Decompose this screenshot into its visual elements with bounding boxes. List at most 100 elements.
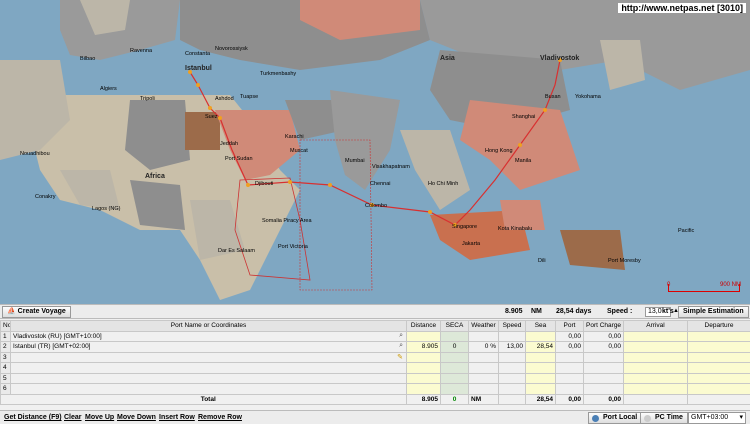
simple-estimation-button[interactable]: Simple Estimation bbox=[678, 306, 749, 318]
port-days-cell[interactable] bbox=[555, 351, 584, 363]
arrival-cell[interactable] bbox=[623, 351, 688, 363]
port-name-cell[interactable] bbox=[10, 383, 407, 395]
weather-cell[interactable] bbox=[468, 351, 499, 363]
port-name-cell[interactable]: Vladivostok (RU) [GMT+10:00] ⌕ bbox=[10, 330, 407, 342]
arrival-cell[interactable] bbox=[623, 372, 688, 384]
distance-cell[interactable] bbox=[406, 351, 441, 363]
sea-days-cell[interactable]: 28,54 bbox=[525, 341, 556, 353]
seca-cell[interactable] bbox=[440, 383, 469, 395]
seca-cell[interactable] bbox=[440, 372, 469, 384]
port-days-cell[interactable] bbox=[555, 383, 584, 395]
port-name-cell[interactable] bbox=[10, 362, 407, 374]
speed-cell[interactable]: 13,00 bbox=[498, 341, 526, 353]
departure-cell[interactable] bbox=[687, 330, 750, 342]
weather-cell[interactable] bbox=[468, 362, 499, 374]
sea-days-cell[interactable] bbox=[525, 383, 556, 395]
port-name-cell[interactable]: Istanbul (TR) [GMT+02:00] ⌕ bbox=[10, 341, 407, 353]
gmt-select[interactable]: GMT+03:00 ▾ bbox=[688, 412, 746, 424]
port-days-cell[interactable]: 0,00 bbox=[555, 330, 584, 342]
port-name-cell[interactable] bbox=[10, 372, 407, 384]
remove-row-link[interactable]: Remove Row bbox=[198, 414, 242, 421]
table-row[interactable]: 5 bbox=[0, 372, 750, 384]
port-charge-cell[interactable]: 0,00 bbox=[583, 330, 624, 342]
departure-cell[interactable] bbox=[687, 383, 750, 395]
weather-cell[interactable] bbox=[468, 372, 499, 384]
row-number[interactable]: 6 bbox=[0, 383, 11, 395]
create-voyage-button[interactable]: ⛵ Create Voyage bbox=[2, 306, 71, 318]
search-icon[interactable]: ⌕ bbox=[399, 332, 403, 340]
place-label: Port Sudan bbox=[225, 156, 253, 162]
speed-cell[interactable] bbox=[498, 330, 526, 342]
seca-cell[interactable] bbox=[440, 362, 469, 374]
route-map[interactable]: Istanbul Vladivostok Bilbao Algiers Rave… bbox=[0, 0, 750, 304]
table-row[interactable]: 6 bbox=[0, 383, 750, 395]
port-days-cell[interactable] bbox=[555, 362, 584, 374]
speed-cell[interactable] bbox=[498, 383, 526, 395]
col-header-seca[interactable]: SECA bbox=[440, 320, 469, 332]
arrival-cell[interactable] bbox=[623, 330, 688, 342]
distance-cell[interactable] bbox=[406, 330, 441, 342]
search-icon[interactable]: ⌕ bbox=[399, 342, 403, 350]
arrival-cell[interactable] bbox=[623, 362, 688, 374]
col-header-port-charge[interactable]: Port Charge bbox=[583, 320, 624, 332]
speed-cell[interactable] bbox=[498, 372, 526, 384]
weather-cell[interactable] bbox=[468, 330, 499, 342]
sea-days-cell[interactable] bbox=[525, 351, 556, 363]
table-row[interactable]: 2 Istanbul (TR) [GMT+02:00] ⌕ 8.905 0 0 % 13,0… bbox=[0, 341, 750, 353]
table-row[interactable]: 1 Vladivostok (RU) [GMT+10:00] ⌕ 0,00 0,00 bbox=[0, 330, 750, 342]
departure-cell[interactable] bbox=[687, 372, 750, 384]
col-header-weather[interactable]: Weather bbox=[468, 320, 499, 332]
arrival-cell[interactable] bbox=[623, 383, 688, 395]
port-charge-cell[interactable] bbox=[583, 372, 624, 384]
clear-link[interactable]: Clear bbox=[64, 414, 82, 421]
col-header-distance[interactable]: Distance bbox=[406, 320, 441, 332]
col-header-port[interactable]: Port Name or Coordinates bbox=[10, 320, 407, 332]
sea-days-cell[interactable] bbox=[525, 362, 556, 374]
port-charge-cell[interactable] bbox=[583, 383, 624, 395]
row-number[interactable]: 1 bbox=[0, 330, 11, 342]
seca-cell[interactable]: 0 bbox=[440, 341, 469, 353]
edit-pencil-icon[interactable]: ✎ bbox=[397, 353, 403, 361]
distance-cell[interactable] bbox=[406, 383, 441, 395]
move-up-link[interactable]: Move Up bbox=[85, 414, 114, 421]
insert-row-link[interactable]: Insert Row bbox=[159, 414, 195, 421]
seca-cell[interactable] bbox=[440, 351, 469, 363]
col-header-sea[interactable]: Sea bbox=[525, 320, 556, 332]
arrival-cell[interactable] bbox=[623, 341, 688, 353]
move-down-link[interactable]: Move Down bbox=[117, 414, 156, 421]
col-header-departure[interactable]: Departure bbox=[687, 320, 750, 332]
departure-cell[interactable] bbox=[687, 362, 750, 374]
distance-cell[interactable] bbox=[406, 362, 441, 374]
col-header-arrival[interactable]: Arrival bbox=[623, 320, 688, 332]
row-number[interactable]: 3 bbox=[0, 351, 11, 363]
row-number[interactable]: 5 bbox=[0, 372, 11, 384]
port-local-button[interactable]: Port Local bbox=[588, 412, 643, 424]
speed-cell[interactable] bbox=[498, 362, 526, 374]
departure-cell[interactable] bbox=[687, 341, 750, 353]
table-row[interactable]: 3 ✎ bbox=[0, 351, 750, 363]
speed-cell[interactable] bbox=[498, 351, 526, 363]
pc-time-button[interactable]: PC Time bbox=[640, 412, 688, 424]
piracy-area-label: Somalia Piracy Area bbox=[262, 218, 312, 224]
port-charge-cell[interactable] bbox=[583, 362, 624, 374]
port-days-cell[interactable] bbox=[555, 372, 584, 384]
distance-cell[interactable] bbox=[406, 372, 441, 384]
weather-cell[interactable]: 0 % bbox=[468, 341, 499, 353]
col-header-no[interactable]: No bbox=[0, 320, 11, 332]
row-number[interactable]: 2 bbox=[0, 341, 11, 353]
sea-days-cell[interactable] bbox=[525, 372, 556, 384]
port-name-cell[interactable]: ✎ bbox=[10, 351, 407, 363]
col-header-speed[interactable]: Speed bbox=[498, 320, 526, 332]
row-number[interactable]: 4 bbox=[0, 362, 11, 374]
weather-cell[interactable] bbox=[468, 383, 499, 395]
departure-cell[interactable] bbox=[687, 351, 750, 363]
get-distance-link[interactable]: Get Distance (F9) bbox=[4, 414, 62, 421]
port-days-cell[interactable]: 0,00 bbox=[555, 341, 584, 353]
port-charge-cell[interactable]: 0,00 bbox=[583, 341, 624, 353]
col-header-port-days[interactable]: Port bbox=[555, 320, 584, 332]
distance-cell[interactable]: 8.905 bbox=[406, 341, 441, 353]
port-charge-cell[interactable] bbox=[583, 351, 624, 363]
seca-cell[interactable] bbox=[440, 330, 469, 342]
table-row[interactable]: 4 bbox=[0, 362, 750, 374]
sea-days-cell[interactable] bbox=[525, 330, 556, 342]
